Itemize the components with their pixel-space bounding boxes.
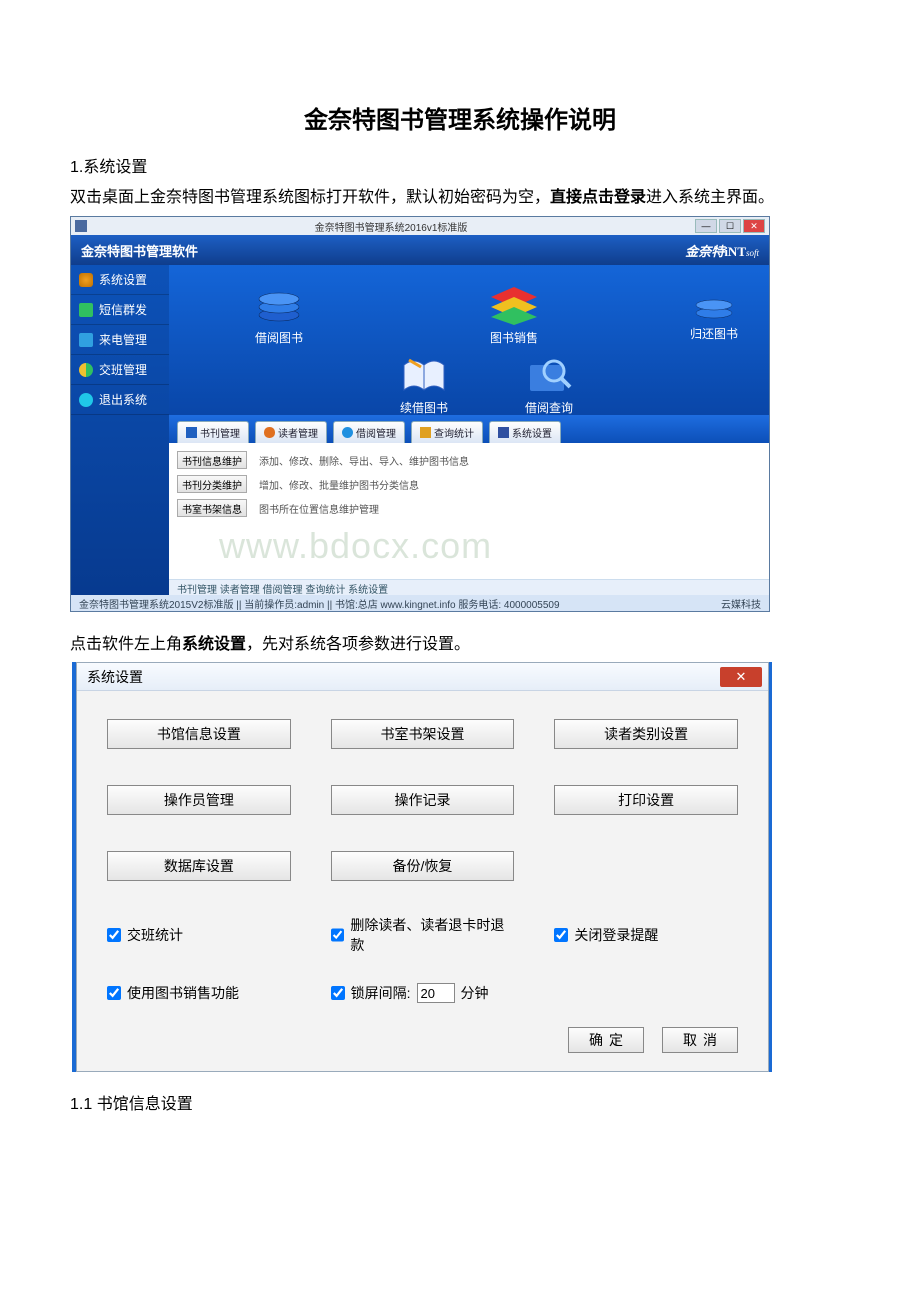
books-icon <box>254 285 304 325</box>
open-book-icon <box>399 355 449 395</box>
swap-icon <box>79 363 93 377</box>
dialog-title: 系统设置 <box>87 667 143 687</box>
sidebar-item-shift[interactable]: 交班管理 <box>71 355 169 385</box>
dialog-titlebar: 系统设置 ✕ <box>77 663 768 691</box>
opt-shift-stats-checkbox[interactable] <box>107 928 121 942</box>
library-info-settings-button[interactable]: 书馆信息设置 <box>107 719 291 749</box>
window-title: 金奈特图书管理系统2016v1标准版 <box>87 219 695 234</box>
opt-enable-sales[interactable]: 使用图书销售功能 <box>107 983 291 1003</box>
cancel-button[interactable]: 取消 <box>662 1027 738 1053</box>
sidebar-item-call[interactable]: 来电管理 <box>71 325 169 355</box>
sidebar-item-exit[interactable]: 退出系统 <box>71 385 169 415</box>
circle-icon <box>342 427 353 438</box>
section-1-1-heading: 1.1 书馆信息设置 <box>70 1090 850 1114</box>
person-icon <box>264 427 275 438</box>
tab-reader-manage[interactable]: 读者管理 <box>255 421 327 443</box>
room-shelf-info-desc: 图书所在位置信息维护管理 <box>259 501 379 516</box>
print-settings-button[interactable]: 打印设置 <box>554 785 738 815</box>
app-header: 金奈特图书管理软件 金奈特iNTsoft <box>71 235 769 265</box>
settings-dialog: 系统设置 ✕ 书馆信息设置 书室书架设置 读者类别设置 操作员管理 操作记录 打… <box>76 662 769 1072</box>
room-shelf-info-button[interactable]: 书室书架信息 <box>177 499 247 517</box>
gear-icon <box>79 273 93 287</box>
sidebar-item-system-settings[interactable]: 系统设置 <box>71 265 169 295</box>
intro-paragraph: 双击桌面上金奈特图书管理系统图标打开软件，默认初始密码为空，直接点击登录进入系统… <box>70 185 850 211</box>
main-shortcut-panel: 借阅图书 图书销售 归还图书 <box>169 265 769 415</box>
lock-interval-input[interactable] <box>417 983 455 1003</box>
book-category-maintain-button[interactable]: 书刊分类维护 <box>177 475 247 493</box>
tab-system-settings[interactable]: 系统设置 <box>489 421 561 443</box>
app-icon <box>75 220 87 232</box>
ok-button[interactable]: 确定 <box>568 1027 644 1053</box>
shortcut-borrow-query[interactable]: 借阅查询 <box>509 355 589 416</box>
empty-cell <box>554 851 738 881</box>
opt-close-login-reminder[interactable]: 关闭登录提醒 <box>554 915 738 955</box>
status-left: 金奈特图书管理系统2015V2标准版 || 当前操作员:admin || 书馆:… <box>79 596 560 611</box>
sidebar: 系统设置 短信群发 来电管理 交班管理 退出系统 <box>71 265 169 595</box>
window-close-button[interactable]: ✕ <box>743 219 765 233</box>
tab-bar: 书刊管理 读者管理 借阅管理 查询统计 系统设置 <box>169 415 769 443</box>
settings-options: 交班统计 删除读者、读者退卡时退款 关闭登录提醒 使用图书销售功能 锁屏间隔: … <box>107 915 738 1003</box>
brand-logo: 金奈特iNTsoft <box>685 241 759 260</box>
book-icon <box>186 427 197 438</box>
shortcut-book-sale[interactable]: 图书销售 <box>474 285 554 346</box>
opt-lock-interval: 锁屏间隔: 分钟 <box>331 983 515 1003</box>
reader-category-settings-button[interactable]: 读者类别设置 <box>554 719 738 749</box>
shortcut-renew-book[interactable]: 续借图书 <box>384 355 464 416</box>
window-maximize-button[interactable]: ☐ <box>719 219 741 233</box>
dialog-close-button[interactable]: ✕ <box>720 667 762 687</box>
page-title: 金奈特图书管理系统操作说明 <box>70 100 850 135</box>
shortcut-return-book[interactable]: 归还图书 <box>674 291 754 342</box>
opt-refund-checkbox[interactable] <box>331 928 345 942</box>
sidebar-item-sms[interactable]: 短信群发 <box>71 295 169 325</box>
opt-enable-sales-checkbox[interactable] <box>107 986 121 1000</box>
database-settings-button[interactable]: 数据库设置 <box>107 851 291 881</box>
books-return-icon <box>692 291 736 321</box>
exit-icon <box>79 393 93 407</box>
operator-manage-button[interactable]: 操作员管理 <box>107 785 291 815</box>
app-window-screenshot: 金奈特图书管理系统2016v1标准版 — ☐ ✕ 金奈特图书管理软件 金奈特iN… <box>70 216 770 612</box>
message-icon <box>79 303 93 317</box>
tab-query-stats[interactable]: 查询统计 <box>411 421 483 443</box>
paragraph-after-screenshot: 点击软件左上角系统设置，先对系统各项参数进行设置。 <box>70 630 850 654</box>
status-bar: 金奈特图书管理系统2015V2标准版 || 当前操作员:admin || 书馆:… <box>71 595 769 611</box>
status-right: 云媒科技 <box>721 596 761 611</box>
dialog-footer: 确定 取消 <box>107 1027 738 1053</box>
backup-restore-button[interactable]: 备份/恢复 <box>331 851 515 881</box>
book-info-maintain-desc: 添加、修改、删除、导出、导入、维护图书信息 <box>259 453 469 468</box>
search-folder-icon <box>524 355 574 395</box>
chart-icon <box>420 427 431 438</box>
book-category-maintain-desc: 增加、修改、批量维护图书分类信息 <box>259 477 419 492</box>
book-info-maintain-button[interactable]: 书刊信息维护 <box>177 451 247 469</box>
operation-log-button[interactable]: 操作记录 <box>331 785 515 815</box>
window-titlebar: 金奈特图书管理系统2016v1标准版 — ☐ ✕ <box>71 217 769 235</box>
opt-refund-on-delete[interactable]: 删除读者、读者退卡时退款 <box>331 915 515 955</box>
settings-button-grid: 书馆信息设置 书室书架设置 读者类别设置 操作员管理 操作记录 打印设置 数据库… <box>107 719 738 881</box>
opt-lock-interval-checkbox[interactable] <box>331 986 345 1000</box>
window-minimize-button[interactable]: — <box>695 219 717 233</box>
section-1-heading: 1.系统设置 <box>70 155 850 181</box>
tab-book-manage[interactable]: 书刊管理 <box>177 421 249 443</box>
opt-shift-stats[interactable]: 交班统计 <box>107 915 291 955</box>
table-icon <box>79 333 93 347</box>
app-name-label: 金奈特图书管理软件 <box>81 241 198 260</box>
watermark: www.bdocx.com <box>219 525 492 567</box>
main-area: 借阅图书 图书销售 归还图书 <box>169 265 769 595</box>
tab-borrow-manage[interactable]: 借阅管理 <box>333 421 405 443</box>
room-shelf-settings-button[interactable]: 书室书架设置 <box>331 719 515 749</box>
settings-dialog-screenshot: 系统设置 ✕ 书馆信息设置 书室书架设置 读者类别设置 操作员管理 操作记录 打… <box>72 662 772 1072</box>
wrench-icon <box>498 427 509 438</box>
tab-content-book-manage: 书刊信息维护 添加、修改、删除、导出、导入、维护图书信息 书刊分类维护 增加、修… <box>169 443 769 579</box>
stack-icon <box>489 285 539 325</box>
shortcut-borrow-book[interactable]: 借阅图书 <box>239 285 319 346</box>
breadcrumb-bar: 书刊管理 读者管理 借阅管理 查询统计 系统设置 <box>169 579 769 595</box>
opt-close-reminder-checkbox[interactable] <box>554 928 568 942</box>
